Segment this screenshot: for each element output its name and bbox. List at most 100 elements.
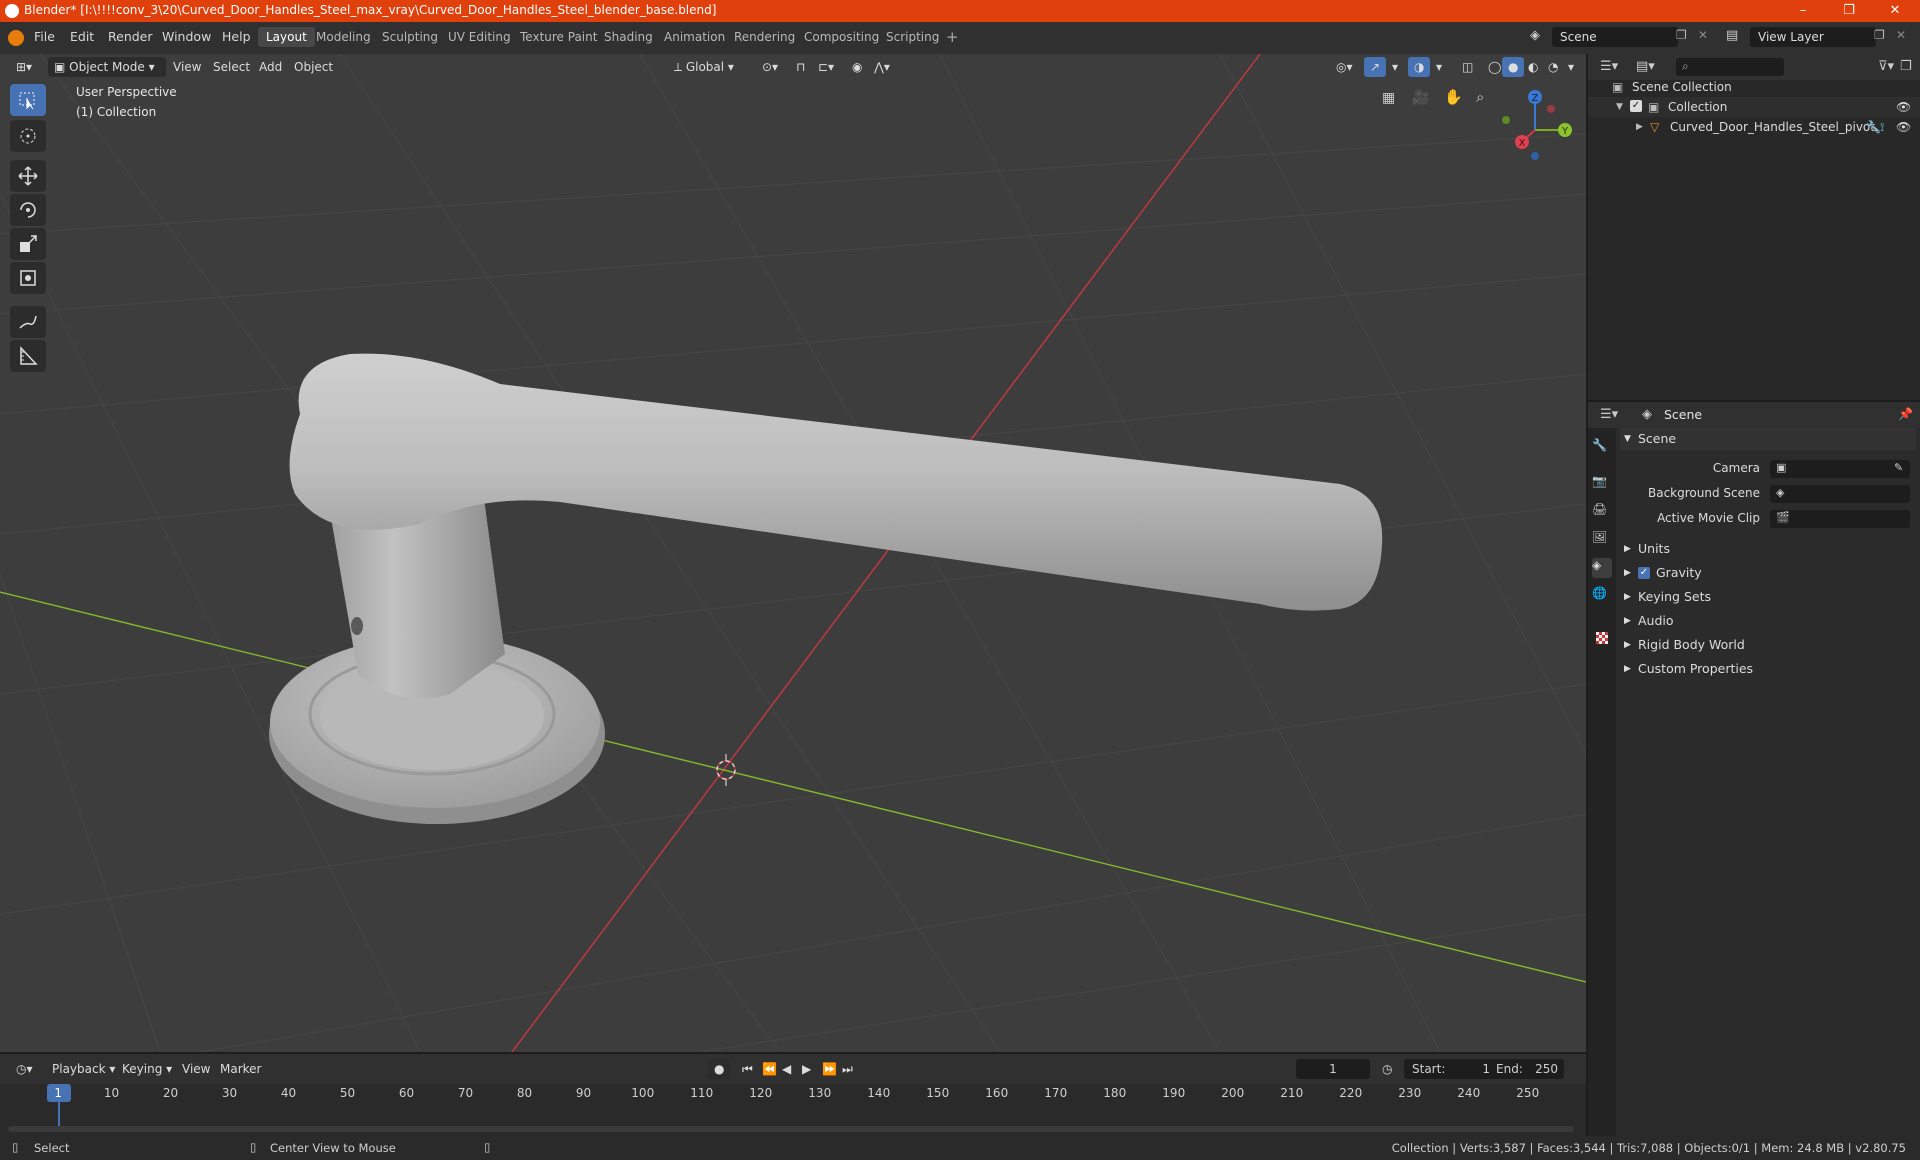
scale-tool[interactable] [10, 228, 46, 260]
start-frame-field[interactable]: Start: 1 [1404, 1059, 1498, 1079]
tab-texture-paint[interactable]: Texture Paint [512, 27, 605, 47]
transform-tool[interactable] [10, 262, 46, 294]
preview-range-icon[interactable]: ◷ [1376, 1059, 1398, 1079]
gravity-section-header[interactable]: ▶ ✓ Gravity [1620, 562, 1916, 584]
3d-viewport[interactable] [0, 54, 1586, 1052]
active-movie-clip-field[interactable]: 🎬 [1770, 510, 1910, 528]
camera-field[interactable]: ▣ ✎ [1770, 460, 1910, 478]
minimize-button[interactable]: – [1780, 0, 1826, 22]
snap-target-icon[interactable]: ⊏▾ [812, 57, 840, 77]
view-layer-icon[interactable]: ▤ [1726, 28, 1738, 43]
audio-section-header[interactable]: ▶ Audio [1620, 610, 1916, 632]
viewport-menu-select[interactable]: Select [207, 57, 256, 77]
playback-menu[interactable]: Playback ▾ [46, 1059, 121, 1079]
object-expand-arrow-icon[interactable]: ▶ [1636, 117, 1643, 137]
visibility-icon[interactable]: ◎▾ [1330, 57, 1359, 77]
measure-tool[interactable] [10, 340, 46, 372]
scene-tab-icon[interactable]: ◈ [1592, 558, 1612, 578]
annotate-tool[interactable] [10, 306, 46, 338]
tab-compositing[interactable]: Compositing [796, 27, 887, 47]
record-button-icon[interactable]: ● [708, 1059, 731, 1079]
marker-menu[interactable]: Marker [214, 1059, 267, 1079]
tab-scripting[interactable]: Scripting [878, 27, 947, 47]
filter-icon[interactable]: ⊽▾ [1878, 59, 1894, 74]
add-workspace-icon[interactable]: + [946, 28, 959, 46]
move-tool[interactable] [10, 160, 46, 192]
view-layer-field[interactable]: View Layer [1750, 27, 1876, 47]
view-layer-tab-icon[interactable]: 🖼 [1592, 530, 1612, 550]
timeline-scrollbar[interactable] [8, 1126, 1574, 1132]
scene-field[interactable]: Scene [1552, 27, 1678, 47]
close-button[interactable]: ✕ [1872, 0, 1918, 22]
gizmo-toggle-icon[interactable]: ↗ [1364, 57, 1387, 77]
expand-arrow-icon[interactable]: ▼ [1616, 97, 1623, 117]
pivot-point-icon[interactable]: ⊙▾ [756, 57, 784, 77]
new-view-layer-icon[interactable]: ❐ [1874, 28, 1885, 42]
gizmo-dropdown-icon[interactable]: ▾ [1386, 57, 1404, 77]
viewport-menu-add[interactable]: Add [253, 57, 288, 77]
snap-icon[interactable]: ⊓ [790, 57, 811, 77]
render-tab-icon[interactable]: 📷 [1592, 474, 1612, 494]
menu-window[interactable]: Window [162, 29, 211, 44]
tab-sculpting[interactable]: Sculpting [374, 27, 446, 47]
tab-uv-editing[interactable]: UV Editing [440, 27, 519, 47]
viewport-menu-view[interactable]: View [167, 57, 207, 77]
camera-view-icon[interactable]: 🎥 [1412, 90, 1429, 106]
tab-shading[interactable]: Shading [596, 27, 661, 47]
collection-checkbox[interactable]: ✓ [1630, 100, 1642, 112]
window-title-bar[interactable]: Blender* [I:\!!!!conv_3\20\Curved_Door_H… [0, 0, 1920, 22]
shading-options-icon[interactable]: ▾ [1562, 57, 1580, 77]
delete-scene-icon[interactable]: ✕ [1698, 28, 1708, 42]
outliner-editor-type-icon[interactable]: ☰▾ [1600, 59, 1618, 74]
object-mode-dropdown[interactable]: ▣ Object Mode ▾ [48, 57, 166, 77]
background-scene-field[interactable]: ◈ [1770, 485, 1910, 503]
texture-tab-icon[interactable] [1592, 628, 1612, 648]
editor-type-icon[interactable]: ⊞▾ [10, 57, 38, 77]
tab-layout[interactable]: Layout [258, 27, 315, 47]
scene-selector-icon[interactable]: ◈ [1530, 28, 1550, 46]
scene-section-header[interactable]: ▼ Scene [1620, 428, 1916, 450]
gravity-checkbox[interactable]: ✓ [1638, 567, 1650, 579]
menu-help[interactable]: Help [222, 29, 251, 44]
transform-orientation-dropdown[interactable]: ⟂ Global ▾ [668, 57, 740, 77]
xray-toggle-icon[interactable]: ◫ [1456, 57, 1479, 77]
jump-end-icon[interactable]: ⏭ [836, 1059, 859, 1079]
timeline-view-menu[interactable]: View [176, 1059, 216, 1079]
viewport-menu-object[interactable]: Object [288, 57, 339, 77]
menu-render[interactable]: Render [108, 29, 153, 44]
play-reverse-icon[interactable]: ◀ [776, 1059, 797, 1079]
blender-menu-icon[interactable] [8, 30, 24, 46]
cursor-tool[interactable] [10, 120, 46, 152]
tab-animation[interactable]: Animation [656, 27, 733, 47]
outliner-row-object[interactable]: ▶ ▽ Curved_Door_Handles_Steel_pivot 🔧 ⟟ … [1588, 117, 1920, 137]
end-frame-field[interactable]: End: 250 [1490, 1059, 1564, 1079]
toggle-camera-grid-icon[interactable]: ▦ [1382, 90, 1395, 106]
outliner-row-scene-collection[interactable]: ▣ Scene Collection [1588, 77, 1920, 97]
custom-properties-section-header[interactable]: ▶ Custom Properties [1620, 658, 1916, 680]
tab-modeling[interactable]: Modeling [308, 27, 379, 47]
menu-file[interactable]: File [34, 29, 55, 44]
timeline-editor-type-icon[interactable]: ◷▾ [10, 1059, 39, 1079]
tab-rendering[interactable]: Rendering [726, 27, 803, 47]
object-visibility-icon[interactable]: 👁 [1896, 117, 1911, 137]
pin-icon[interactable]: 📌 [1898, 407, 1913, 421]
zoom-view-icon[interactable]: ⌕ [1476, 88, 1484, 106]
overlay-toggle-icon[interactable]: ◑ [1408, 57, 1431, 77]
current-frame-field[interactable]: 1 [1296, 1059, 1370, 1079]
overlay-dropdown-icon[interactable]: ▾ [1430, 57, 1448, 77]
pan-view-icon[interactable]: ✋ [1444, 88, 1463, 106]
delete-view-layer-icon[interactable]: ✕ [1896, 28, 1906, 42]
keying-sets-section-header[interactable]: ▶ Keying Sets [1620, 586, 1916, 608]
rotate-tool[interactable] [10, 194, 46, 226]
proportional-falloff-icon[interactable]: ⋀▾ [868, 57, 896, 77]
collection-visibility-icon[interactable]: 👁 [1896, 97, 1911, 117]
navigation-gizmo[interactable]: Z Y X [1500, 82, 1590, 172]
proportional-edit-icon[interactable]: ◉ [846, 57, 868, 77]
outliner-search-input[interactable]: ⌕ [1676, 58, 1784, 76]
keying-menu[interactable]: Keying ▾ [116, 1059, 178, 1079]
maximize-button[interactable]: ❐ [1826, 0, 1872, 22]
new-collection-icon[interactable]: ❐ [1900, 59, 1912, 74]
new-scene-icon[interactable]: ❐ [1676, 28, 1687, 42]
display-mode-icon[interactable]: ▤▾ [1636, 59, 1655, 74]
play-icon[interactable]: ▶ [796, 1059, 817, 1079]
